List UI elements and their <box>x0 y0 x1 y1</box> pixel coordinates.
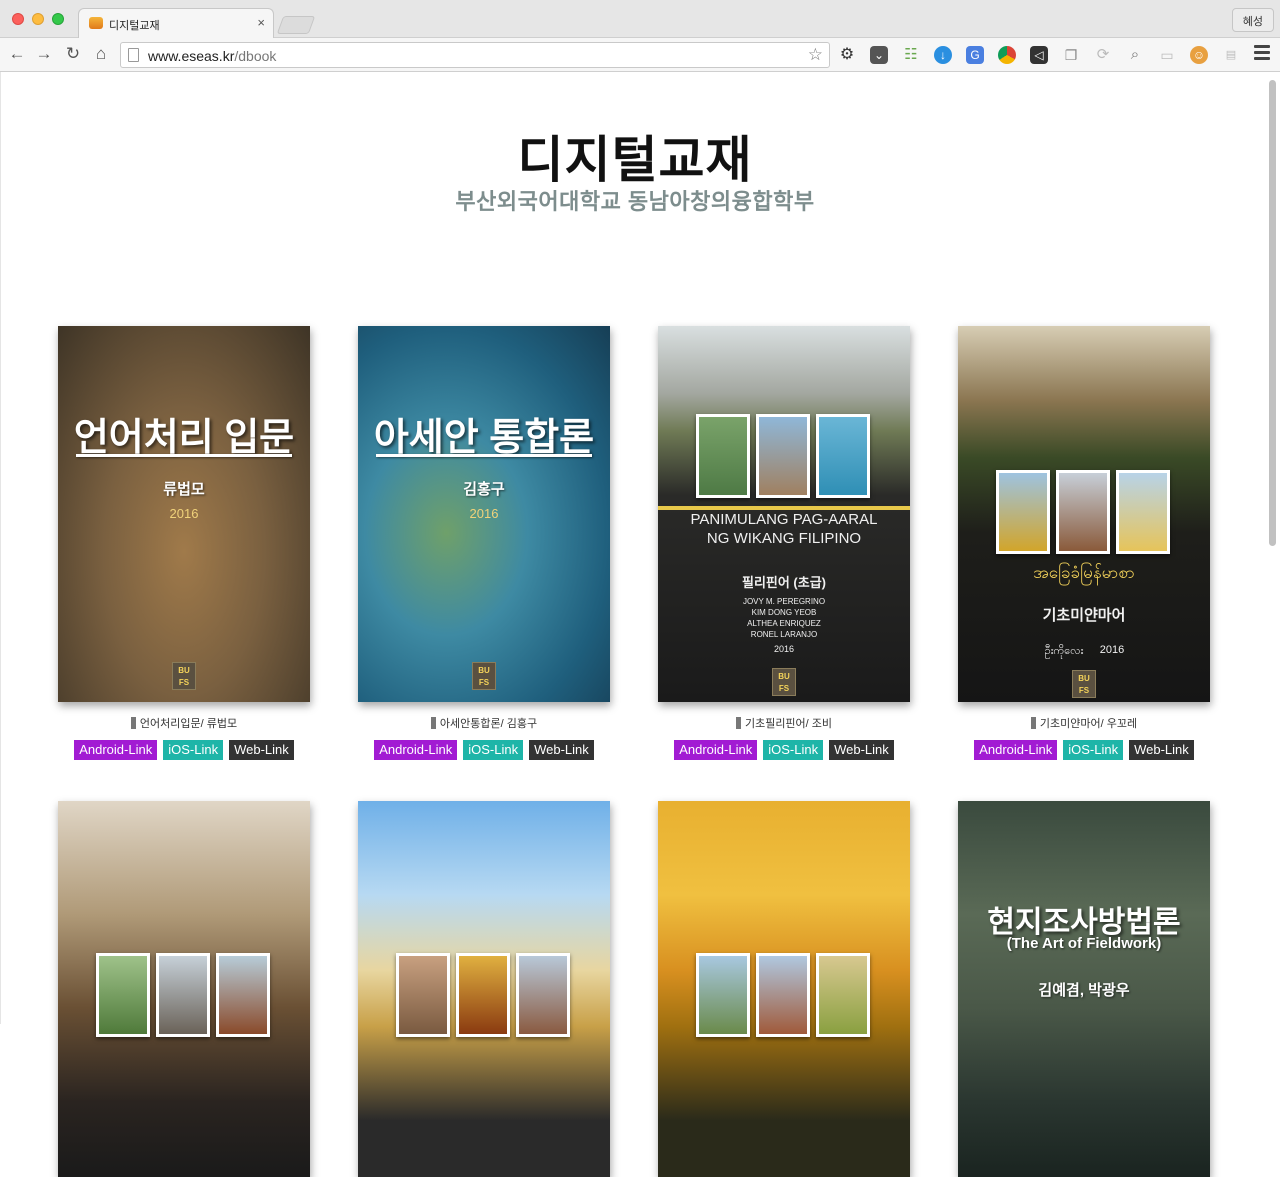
cast-icon[interactable]: ▭ <box>1158 46 1176 64</box>
ios-link[interactable]: iOS-Link <box>463 740 524 760</box>
tab-title: 디지털교재 <box>109 20 160 32</box>
back-icon[interactable]: ← <box>6 44 28 64</box>
page-title: 디지털교재 <box>517 132 753 188</box>
page-icon <box>128 48 139 62</box>
page-subtitle: 부산외국어대학교 동남아창의융합학부 <box>455 189 815 214</box>
forward-icon[interactable]: → <box>33 44 55 64</box>
bookmark-star-icon[interactable]: ☆ <box>808 45 823 65</box>
profile-button[interactable]: 혜성 <box>1231 8 1274 32</box>
home-icon[interactable]: ⌂ <box>90 44 112 64</box>
book-cover-indonesian[interactable] <box>58 801 310 1177</box>
book-cover-asean[interactable]: 아세안 통합론 김홍구 2016 BU FS <box>358 326 610 702</box>
cover-photo-strip <box>96 953 272 1037</box>
reload-icon[interactable]: ↻ <box>62 44 84 64</box>
translate-icon[interactable]: G <box>966 46 984 64</box>
copy-icon[interactable]: ❐ <box>1062 46 1080 64</box>
book-links: Android-Link iOS-Link Web-Link <box>58 740 310 760</box>
chrome-icon[interactable] <box>998 46 1016 64</box>
ios-link[interactable]: iOS-Link <box>1063 740 1124 760</box>
book-cover-filipino[interactable]: PANIMULANG PAG-AARAL NG WIKANG FILIPINO … <box>658 326 910 702</box>
cover-photo-strip <box>996 470 1172 554</box>
web-link[interactable]: Web-Link <box>529 740 594 760</box>
book-caption: 기초필리핀어/ 조비 <box>658 715 910 731</box>
book-links: Android-Link iOS-Link Web-Link <box>358 740 610 760</box>
ladder-extension-icon[interactable]: ☷ <box>902 46 920 64</box>
page-content: 디지털교재 부산외국어대학교 동남아창의융합학부 언어처리 입문 류법모 201… <box>0 72 1280 1177</box>
settings-gear-icon[interactable]: ⚙ <box>838 46 856 64</box>
bufs-logo-icon: BU FS <box>172 662 196 690</box>
url-text[interactable]: www.eseas.kr/dbook <box>148 48 276 64</box>
book-links: Android-Link iOS-Link Web-Link <box>958 740 1210 760</box>
book-cover-thai[interactable] <box>358 801 610 1177</box>
minimize-window-button[interactable] <box>32 13 44 25</box>
book-cover-fieldwork[interactable]: 현지조사방법론 (The Art of Fieldwork) 김예겸, 박광우 <box>958 801 1210 1177</box>
pocket-icon[interactable]: ⌄ <box>870 46 888 64</box>
bufs-logo-icon: BU FS <box>772 668 796 696</box>
ios-link[interactable]: iOS-Link <box>163 740 224 760</box>
bufs-logo-icon: BU FS <box>472 662 496 690</box>
cat-extension-icon[interactable]: ☺ <box>1190 46 1208 64</box>
page-scrollbar[interactable] <box>1268 76 1278 1024</box>
web-link[interactable]: Web-Link <box>829 740 894 760</box>
book-cover-language-processing[interactable]: 언어처리 입문 류법모 2016 BU FS <box>58 326 310 702</box>
browser-toolbar: ← → ↻ ⌂ www.eseas.kr/dbook ☆ ⚙ ⌄ ☷ ↓ G ◁… <box>0 38 1280 72</box>
book-links: Android-Link iOS-Link Web-Link <box>658 740 910 760</box>
book-cover-vietnamese[interactable] <box>658 801 910 1177</box>
search-icon[interactable]: ⌕ <box>1126 46 1144 64</box>
web-link[interactable]: Web-Link <box>1129 740 1194 760</box>
cover-photo-strip <box>696 953 872 1037</box>
android-link[interactable]: Android-Link <box>74 740 158 760</box>
browser-titlebar: 디지털교재 × 혜성 <box>0 0 1280 38</box>
android-link[interactable]: Android-Link <box>974 740 1058 760</box>
vscode-icon[interactable]: ◁ <box>1030 46 1048 64</box>
favicon-icon <box>89 17 103 29</box>
tab-close-icon[interactable]: × <box>257 15 265 30</box>
download-icon[interactable]: ↓ <box>934 46 952 64</box>
close-window-button[interactable] <box>12 13 24 25</box>
sync-icon[interactable]: ⟳ <box>1094 46 1112 64</box>
bufs-logo-icon: BU FS <box>1072 670 1096 698</box>
cover-photo-strip <box>696 414 872 498</box>
book-caption: 기초미얀마어/ 우꼬레 <box>958 715 1210 731</box>
address-bar[interactable]: www.eseas.kr/dbook ☆ <box>120 42 830 68</box>
book-cover-myanmar[interactable]: အခြေခံမြန်မာစာ 기초미얀마어 ဦးကိုလေး 2016 BU F… <box>958 326 1210 702</box>
ios-link[interactable]: iOS-Link <box>763 740 824 760</box>
scrollbar-thumb[interactable] <box>1269 80 1276 546</box>
new-tab-button[interactable] <box>276 16 316 34</box>
web-link[interactable]: Web-Link <box>229 740 294 760</box>
book-caption: 아세안통합론/ 김홍구 <box>358 715 610 731</box>
cover-photo-strip <box>396 953 572 1037</box>
menu-icon[interactable] <box>1254 45 1270 63</box>
book-caption: 언어처리입문/ 류법모 <box>58 715 310 731</box>
browser-tab[interactable]: 디지털교재 × <box>78 8 274 38</box>
text-extension-icon[interactable]: ▤ <box>1222 46 1240 64</box>
android-link[interactable]: Android-Link <box>374 740 458 760</box>
android-link[interactable]: Android-Link <box>674 740 758 760</box>
maximize-window-button[interactable] <box>52 13 64 25</box>
